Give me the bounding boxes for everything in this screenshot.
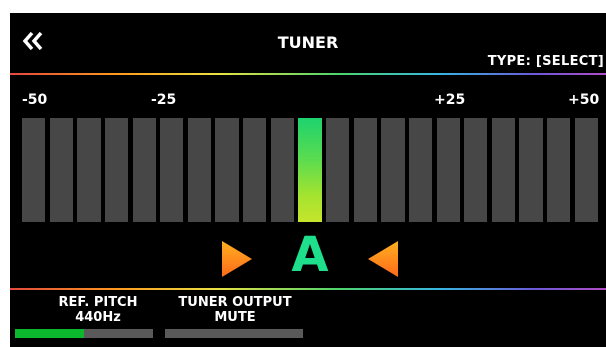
meter-segment — [325, 118, 350, 222]
meter-segment — [77, 118, 101, 222]
type-select-label[interactable]: TYPE: [SELECT] — [488, 54, 604, 69]
meter-segment — [353, 118, 377, 222]
page-title: TUNER — [277, 33, 339, 52]
scale-label-minus-50: -50 — [22, 92, 48, 108]
scale-label-plus-25: +25 — [434, 92, 466, 108]
meter-segment — [187, 118, 212, 222]
meter-segment-center — [298, 118, 322, 222]
meter-segment — [436, 118, 460, 222]
meter-segment — [132, 118, 156, 222]
note-display: A — [220, 227, 400, 283]
ref-pitch-value[interactable]: 440Hz — [38, 310, 158, 325]
meter-segment — [270, 118, 294, 222]
meter-segment — [547, 118, 571, 222]
meter-segment — [574, 118, 598, 222]
tuning-meter — [22, 118, 598, 222]
meter-segment — [464, 118, 488, 222]
ref-pitch-bar-fill — [15, 329, 84, 338]
scale-label-plus-50: +50 — [568, 92, 600, 108]
meter-segment — [491, 118, 516, 222]
tuner-output-value[interactable]: MUTE — [160, 310, 310, 325]
meter-segment — [519, 118, 543, 222]
meter-segment — [215, 118, 239, 222]
triangle-left-icon — [368, 241, 398, 277]
tuner-output-bar[interactable] — [165, 329, 303, 338]
ref-pitch-label: REF. PITCH — [58, 295, 138, 310]
tuner-output-label: TUNER OUTPUT — [178, 295, 292, 310]
meter-segment — [22, 118, 46, 222]
meter-segment — [381, 118, 405, 222]
meter-segment — [408, 118, 433, 222]
meter-segment — [49, 118, 73, 222]
footer-divider — [10, 288, 606, 290]
scale-label-minus-25: -25 — [151, 92, 177, 108]
meter-segment — [160, 118, 184, 222]
meter-segment — [104, 118, 129, 222]
header-divider — [10, 73, 606, 75]
meter-segment — [243, 118, 267, 222]
tuner-screen: TUNER TYPE: [SELECT] -50 -25 +25 +50 A R… — [10, 13, 606, 347]
ref-pitch-bar[interactable] — [15, 329, 153, 338]
